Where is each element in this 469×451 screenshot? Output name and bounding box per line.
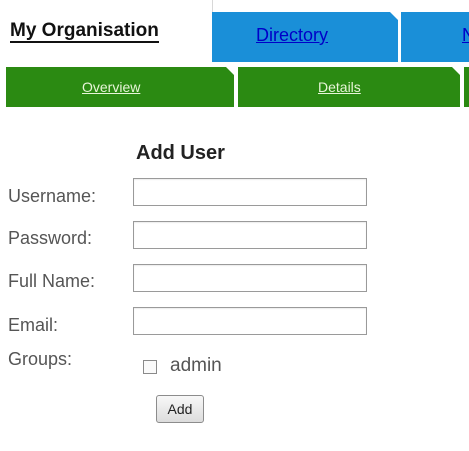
username-label: Username: [8, 186, 97, 206]
top-tab-bar: My Organisation Directory N [0, 0, 469, 62]
fullname-label: Full Name: [8, 271, 96, 291]
fullname-field[interactable] [133, 264, 367, 292]
email-field[interactable] [133, 307, 367, 335]
password-field[interactable] [133, 221, 367, 249]
groups-label: Groups: [8, 349, 73, 369]
subtab-overview[interactable]: Overview [6, 67, 234, 107]
tab-next[interactable]: N [401, 12, 469, 62]
tab-directory-label: Directory [256, 25, 329, 45]
sub-tab-bar: Overview Details [0, 67, 469, 107]
password-label: Password: [8, 228, 93, 248]
admin-checkbox[interactable] [143, 360, 157, 374]
tab-corner [390, 12, 398, 20]
tab-next-label: N [462, 25, 469, 45]
subtab-next[interactable] [464, 67, 469, 107]
email-label: Email: [8, 315, 59, 335]
admin-checkbox-label: admin [170, 355, 222, 376]
subtab-details[interactable]: Details [238, 67, 460, 107]
subtab-corner [226, 67, 234, 75]
username-field[interactable] [133, 178, 367, 206]
tab-my-organisation[interactable]: My Organisation [0, 0, 213, 62]
subtab-overview-label: Overview [82, 79, 141, 95]
add-button[interactable]: Add [156, 395, 204, 423]
subtab-details-label: Details [318, 79, 361, 95]
tab-my-organisation-label: My Organisation [10, 20, 159, 43]
tab-directory[interactable]: Directory [212, 12, 398, 62]
form-title: Add User [136, 142, 225, 164]
subtab-corner [452, 67, 460, 75]
